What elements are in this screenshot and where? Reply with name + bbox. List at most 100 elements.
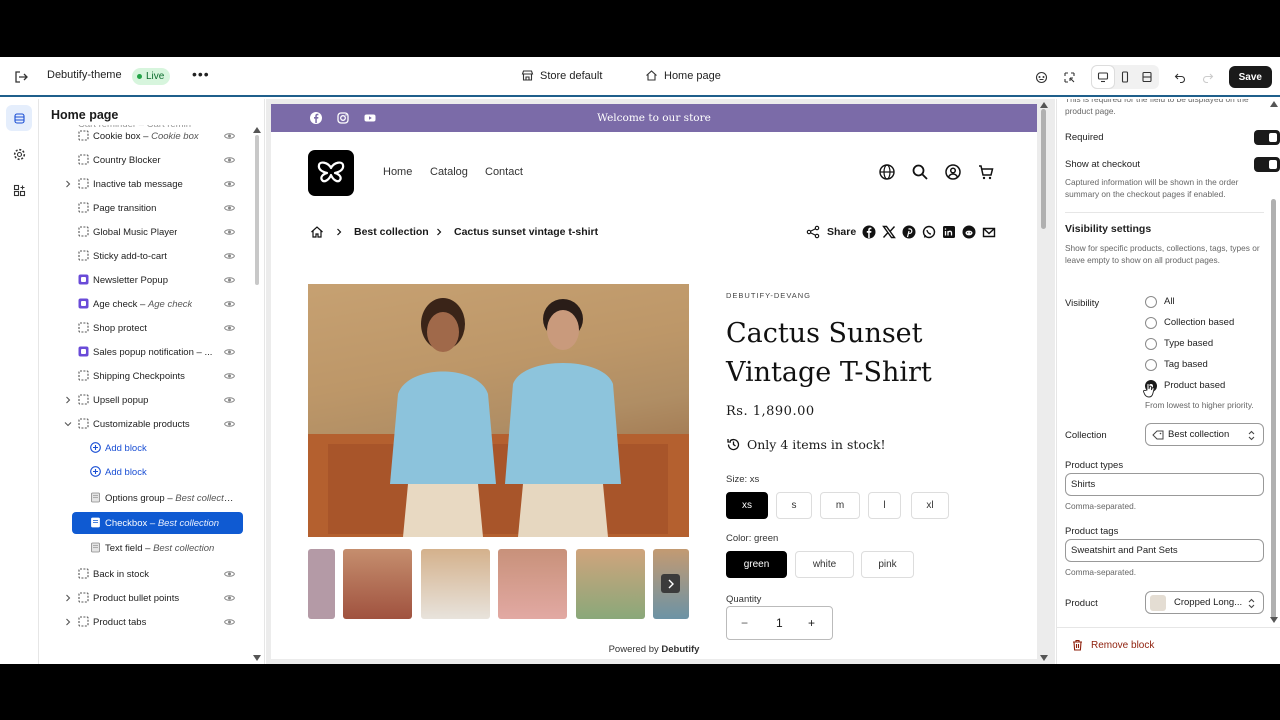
sidebar-item-add-block-2[interactable]: Add block xyxy=(40,461,255,483)
eye-icon[interactable] xyxy=(224,131,235,141)
radio-all-label[interactable]: All xyxy=(1164,296,1175,307)
chevron-right-icon[interactable] xyxy=(63,593,73,603)
radio-tag-based-label[interactable]: Tag based xyxy=(1164,359,1208,370)
store-selector[interactable]: Store default xyxy=(521,69,602,82)
mobile-icon[interactable] xyxy=(1114,66,1136,88)
chevron-right-icon[interactable] xyxy=(63,395,73,405)
theme-name[interactable]: Debutify-theme xyxy=(47,69,122,81)
sidebar-item-page-transition[interactable]: Page transition xyxy=(40,197,255,219)
sidebar-item-options-group[interactable]: Options group – Best collection xyxy=(40,487,255,509)
size-option-xl[interactable]: xl xyxy=(911,492,949,519)
product-types-input[interactable]: Shirts xyxy=(1065,473,1264,496)
quantity-value[interactable]: 1 xyxy=(776,616,783,630)
page-selector[interactable]: Home page xyxy=(645,69,721,82)
scroll-down-icon[interactable] xyxy=(253,655,261,661)
size-option-m[interactable]: m xyxy=(820,492,860,519)
thumbnail-2[interactable] xyxy=(343,549,412,619)
product-vendor[interactable]: DEBUTIFY-DEVANG xyxy=(726,291,811,300)
radio-product-based-label[interactable]: Product based xyxy=(1164,380,1225,391)
eye-icon[interactable] xyxy=(224,323,235,333)
thumbnail-next-button[interactable] xyxy=(661,574,680,593)
more-menu-button[interactable]: ••• xyxy=(192,66,210,82)
size-option-l[interactable]: l xyxy=(868,492,901,519)
sections-icon[interactable] xyxy=(6,105,32,131)
product-main-image[interactable] xyxy=(308,284,689,537)
sidebar-item-customizable-products[interactable]: Customizable products xyxy=(40,413,255,435)
product-tags-input[interactable]: Sweatshirt and Pant Sets xyxy=(1065,539,1264,562)
undo-icon[interactable] xyxy=(1169,66,1191,88)
thumbnail-1[interactable] xyxy=(308,549,335,619)
color-option-pink[interactable]: pink xyxy=(861,551,914,578)
color-option-green[interactable]: green xyxy=(726,551,787,578)
email-icon[interactable] xyxy=(982,225,996,239)
quantity-minus-button[interactable]: − xyxy=(741,616,748,630)
sidebar-item-product-tabs[interactable]: Product tabs xyxy=(40,611,255,633)
eye-icon[interactable] xyxy=(224,179,235,189)
exit-icon[interactable] xyxy=(13,69,29,85)
sidebar-item-shipping-checkpoints[interactable]: Shipping Checkpoints xyxy=(40,365,255,387)
save-button[interactable]: Save xyxy=(1228,66,1272,88)
size-option-xs[interactable]: xs xyxy=(726,492,768,519)
apps-icon[interactable] xyxy=(6,177,32,203)
radio-tag-based[interactable] xyxy=(1145,359,1157,371)
thumbnail-4[interactable] xyxy=(498,549,567,619)
sidebar-item-newsletter-popup[interactable]: Newsletter Popup xyxy=(40,269,255,291)
fullscreen-icon[interactable] xyxy=(1136,66,1158,88)
eye-icon[interactable] xyxy=(224,371,235,381)
share-label[interactable]: Share xyxy=(827,226,856,238)
eye-icon[interactable] xyxy=(224,155,235,165)
sidebar-item-country-blocker[interactable]: Country Blocker xyxy=(40,149,255,171)
sidebar-item-checkbox[interactable]: Checkbox – Best collection xyxy=(72,512,243,534)
radio-all[interactable] xyxy=(1145,296,1157,308)
radio-collection-based-label[interactable]: Collection based xyxy=(1164,317,1234,328)
breadcrumb-collection[interactable]: Best collection xyxy=(354,226,429,238)
settings-gear-icon[interactable] xyxy=(6,141,32,167)
powered-by-brand[interactable]: Debutify xyxy=(661,644,699,655)
sidebar-item-age-check[interactable]: Age check – Age check xyxy=(40,293,255,315)
eye-icon[interactable] xyxy=(224,395,235,405)
nav-home[interactable]: Home xyxy=(383,166,412,178)
sidebar-item-global-music-player[interactable]: Global Music Player xyxy=(40,221,255,243)
reddit-icon[interactable] xyxy=(962,225,976,239)
preview-scrollbar[interactable] xyxy=(1041,109,1046,229)
required-toggle[interactable] xyxy=(1254,130,1280,145)
store-logo[interactable] xyxy=(308,150,354,196)
sidebar-item-upsell-popup[interactable]: Upsell popup xyxy=(40,389,255,411)
preview-scroll-up-icon[interactable] xyxy=(1040,102,1048,108)
radio-collection-based[interactable] xyxy=(1145,317,1157,329)
chevron-down-icon[interactable] xyxy=(63,419,73,429)
radio-type-based-label[interactable]: Type based xyxy=(1164,338,1213,349)
show-at-checkout-toggle[interactable] xyxy=(1254,157,1280,172)
breadcrumb-home-icon[interactable] xyxy=(310,225,324,239)
thumbnail-3[interactable] xyxy=(421,549,490,619)
sidebar-item-add-block-1[interactable]: Add block xyxy=(40,437,255,459)
product-select[interactable]: Cropped Long... xyxy=(1145,591,1264,614)
eye-icon[interactable] xyxy=(224,347,235,357)
inspector-icon[interactable] xyxy=(1059,66,1081,88)
remove-block-button[interactable]: Remove block xyxy=(1072,639,1154,651)
pinterest-icon[interactable] xyxy=(902,225,916,239)
linkedin-icon[interactable] xyxy=(942,225,956,239)
x-twitter-icon[interactable] xyxy=(882,225,896,239)
thumbnail-5[interactable] xyxy=(576,549,645,619)
chevron-right-icon[interactable] xyxy=(63,617,73,627)
nav-catalog[interactable]: Catalog xyxy=(430,166,468,178)
account-icon[interactable] xyxy=(944,163,962,181)
desktop-icon[interactable] xyxy=(1091,66,1114,88)
sidebar-scrollbar[interactable] xyxy=(255,135,259,285)
search-icon[interactable] xyxy=(911,163,929,181)
panel-scroll-down-icon[interactable] xyxy=(1270,617,1278,623)
quantity-plus-button[interactable]: + xyxy=(808,616,815,630)
panel-scrollbar[interactable] xyxy=(1271,199,1276,619)
eye-icon[interactable] xyxy=(224,593,235,603)
share-icon[interactable] xyxy=(806,225,820,239)
panel-scroll-up-icon[interactable] xyxy=(1270,101,1278,107)
nav-contact[interactable]: Contact xyxy=(485,166,523,178)
eye-icon[interactable] xyxy=(224,275,235,285)
eye-icon[interactable] xyxy=(224,203,235,213)
collection-select[interactable]: Best collection xyxy=(1145,423,1264,446)
cart-icon[interactable] xyxy=(977,163,995,181)
sidebar-item-text-field[interactable]: Text field – Best collection xyxy=(40,537,255,559)
color-option-white[interactable]: white xyxy=(795,551,854,578)
theme-settings-icon[interactable] xyxy=(1031,66,1053,88)
